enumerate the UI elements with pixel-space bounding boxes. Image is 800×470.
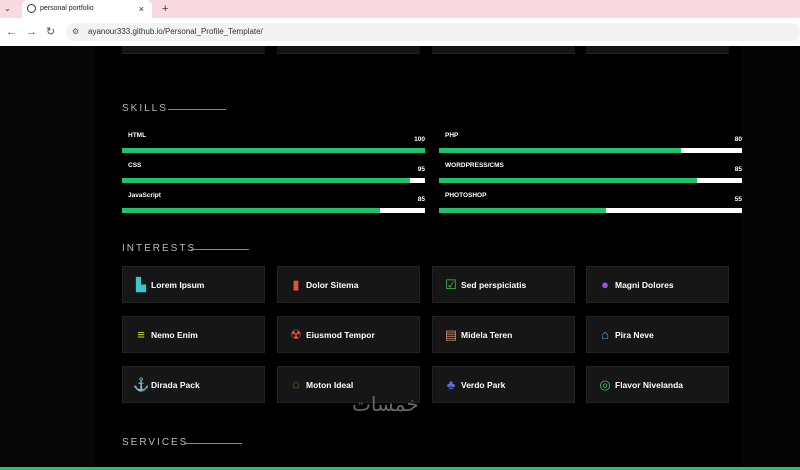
globe-icon — [27, 4, 36, 13]
skill-bar-track — [439, 178, 742, 183]
calendar-check-icon: ☑ — [445, 277, 457, 292]
skill-label: PHP — [445, 132, 459, 139]
top-card — [122, 46, 265, 54]
interest-label: Nemo Enim — [151, 330, 198, 340]
reload-icon[interactable]: ↻ — [46, 18, 55, 46]
services-title: SERVICES — [122, 437, 189, 448]
url-text[interactable]: ayanour333.github.io/Personal_Profile_Te… — [88, 23, 263, 41]
new-tab-button[interactable]: + — [162, 0, 168, 18]
skill-label: WORDPRESS/CMS — [445, 162, 504, 169]
watermark-logo: خمسات — [352, 392, 419, 416]
skill-label: CSS — [128, 162, 142, 169]
skill-label: PHOTOSHOP — [445, 192, 487, 199]
browser-chrome: ⌄ personal portfolio × + ← → ↻ ⚙ ayanour… — [0, 0, 800, 46]
interest-card[interactable]: ☑ Sed perspiciatis — [432, 266, 575, 303]
top-card — [586, 46, 729, 54]
skill-percent: 95 — [417, 166, 425, 173]
skill-percent: 85 — [417, 196, 425, 203]
radiation-icon: ☢ — [290, 327, 302, 342]
top-card — [277, 46, 420, 54]
interest-label: Lorem Ipsum — [151, 280, 205, 290]
interest-card[interactable]: ⌂ Pira Neve — [586, 316, 729, 353]
top-card — [432, 46, 575, 54]
skill-bar-track — [439, 148, 742, 153]
anchor-icon: ⚓ — [133, 377, 150, 392]
site-info-icon[interactable]: ⚙ — [72, 27, 79, 36]
background-photo — [560, 46, 800, 470]
interest-label: Eiusmod Tempor — [306, 330, 375, 340]
database-icon: ≡ — [137, 327, 145, 342]
interest-label: Sed perspiciatis — [461, 280, 527, 290]
skill-bar-track — [122, 178, 425, 183]
interest-label: Dirada Pack — [151, 380, 200, 390]
skill-bar-fill — [122, 178, 410, 183]
interest-card[interactable]: ▮ Dolor Sitema — [277, 266, 420, 303]
heading-rule — [191, 249, 249, 250]
interest-label: Dolor Sitema — [306, 280, 359, 290]
chat-bubble-icon: ◌ — [292, 377, 300, 392]
skill-percent: 55 — [734, 196, 742, 203]
interest-label: Moton Ideal — [306, 380, 354, 390]
skill-percent: 85 — [734, 166, 742, 173]
skill-bar-fill — [439, 178, 697, 183]
page-content: SKILLS HTML 100 CSS 95 JavaScript 85 PHP 80 WOR… — [0, 46, 800, 470]
bar-chart-icon: ▮ — [292, 277, 300, 292]
park-icon: ♣ — [446, 377, 456, 392]
skills-title: SKILLS — [122, 103, 168, 114]
page-side-left — [0, 46, 95, 470]
store-icon: ▙ — [136, 277, 146, 292]
tab-strip: ⌄ personal portfolio × + — [0, 0, 800, 18]
skill-bar-fill — [439, 148, 682, 153]
tab-title: personal portfolio — [40, 5, 94, 12]
interest-card[interactable]: ◎ Flavor Nivelanda — [586, 366, 729, 403]
interest-label: Flavor Nivelanda — [615, 380, 684, 390]
heading-rule — [184, 443, 242, 444]
interests-title: INTERESTS — [122, 243, 197, 254]
interest-card[interactable]: ▤ Midela Teren — [432, 316, 575, 353]
skill-label: JavaScript — [128, 192, 161, 199]
skill-bar-fill — [122, 148, 425, 153]
interest-card[interactable]: ● Magni Dolores — [586, 266, 729, 303]
skill-bar-track — [122, 208, 425, 213]
interest-card[interactable]: ▙ Lorem Ipsum — [122, 266, 265, 303]
skills-heading: SKILLS — [122, 103, 226, 114]
fingerprint-icon: ◎ — [599, 377, 611, 392]
services-heading: SERVICES — [122, 437, 242, 448]
tab-close-icon[interactable]: × — [139, 0, 144, 18]
interest-card[interactable]: ≡ Nemo Enim — [122, 316, 265, 353]
interest-label: Pira Neve — [615, 330, 654, 340]
skill-bar-track — [122, 148, 425, 153]
interest-card[interactable]: ♣ Verdo Park — [432, 366, 575, 403]
interest-card[interactable]: ☢ Eiusmod Tempor — [277, 316, 420, 353]
skill-bar-fill — [439, 208, 606, 213]
address-bar[interactable]: ⚙ ayanour333.github.io/Personal_Profile_… — [66, 23, 800, 41]
interest-label: Midela Teren — [461, 330, 513, 340]
browser-tab[interactable]: personal portfolio × — [22, 0, 152, 18]
forward-icon[interactable]: → — [26, 18, 37, 46]
back-icon[interactable]: ← — [6, 18, 17, 46]
skill-percent: 100 — [414, 136, 425, 143]
interest-card[interactable]: ⚓ Dirada Pack — [122, 366, 265, 403]
home-icon: ⌂ — [601, 327, 609, 342]
skill-percent: 80 — [734, 136, 742, 143]
interest-label: Magni Dolores — [615, 280, 674, 290]
heading-rule — [168, 109, 226, 110]
tab-search-icon[interactable]: ⌄ — [4, 0, 11, 18]
palette-icon: ● — [601, 277, 609, 292]
interests-heading: INTERESTS — [122, 243, 249, 254]
interest-label: Verdo Park — [461, 380, 506, 390]
skill-bar-track — [439, 208, 742, 213]
skill-bar-fill — [122, 208, 380, 213]
browser-toolbar: ← → ↻ ⚙ ayanour333.github.io/Personal_Pr… — [0, 18, 800, 46]
skill-label: HTML — [128, 132, 147, 139]
document-icon: ▤ — [444, 327, 458, 342]
